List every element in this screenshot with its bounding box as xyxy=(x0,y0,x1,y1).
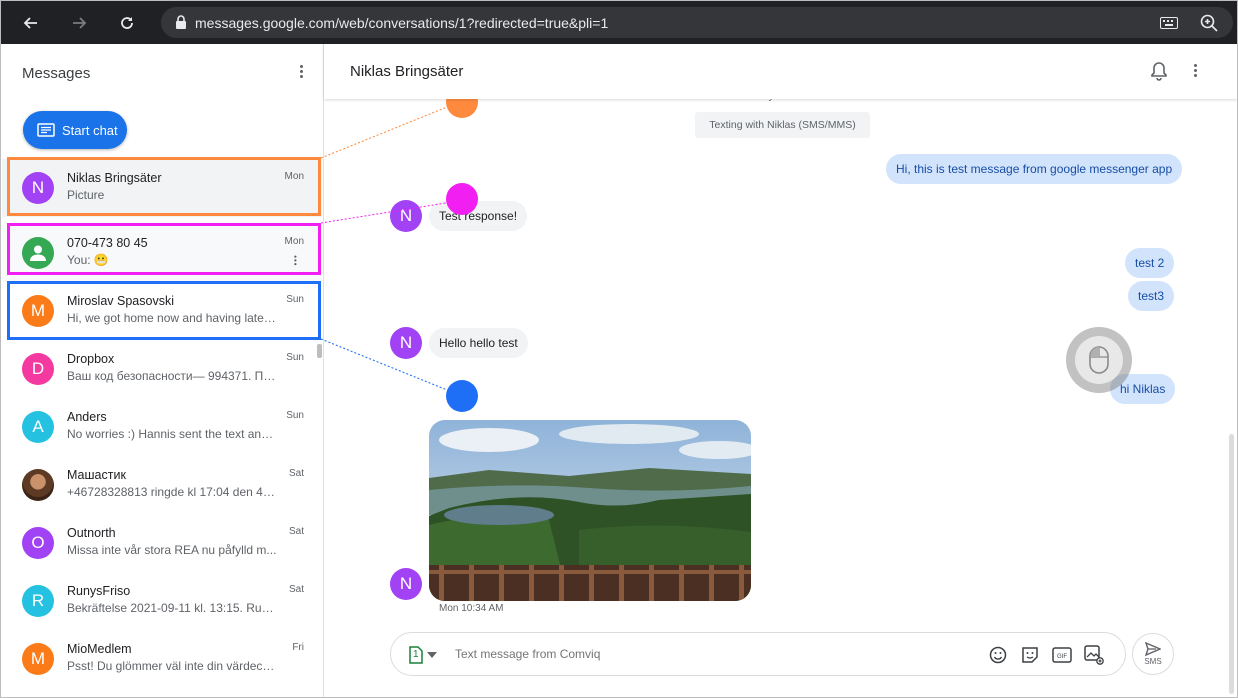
conversation-item[interactable]: O Outnorth Missa inte vår stora REA nu p… xyxy=(2,514,322,572)
url-text[interactable]: messages.google.com/web/conversations/1?… xyxy=(195,15,608,31)
conversation-item[interactable]: M MioMedlem Psst! Du glömmer väl inte di… xyxy=(2,630,322,688)
mouse-icon xyxy=(1089,346,1109,374)
gif-icon[interactable]: GIF xyxy=(1051,644,1073,666)
address-bar[interactable]: messages.google.com/web/conversations/1?… xyxy=(161,7,1233,38)
message-avatar: N xyxy=(390,200,422,232)
avatar: R xyxy=(22,585,54,617)
lock-icon xyxy=(175,15,187,34)
sim-selector[interactable]: 1 xyxy=(409,646,437,664)
start-chat-button[interactable]: Start chat xyxy=(23,111,127,149)
conversation-header: Niklas Bringsäter xyxy=(324,44,1237,99)
conversation-snippet: You: 😬 xyxy=(67,253,109,267)
browser-toolbar: messages.google.com/web/conversations/1?… xyxy=(1,1,1237,44)
conversation-name: Anders xyxy=(67,410,107,424)
conversation-snippet: Picture xyxy=(67,188,105,202)
keyboard-icon[interactable] xyxy=(1155,10,1183,36)
send-button[interactable]: SMS xyxy=(1132,633,1174,675)
reload-icon[interactable] xyxy=(113,9,141,37)
conversation-name: MioMedlem xyxy=(67,642,132,656)
forward-icon[interactable] xyxy=(65,9,93,37)
conversation-snippet: Hi, we got home now and having late l... xyxy=(67,311,277,325)
conversation-name: Niklas Bringsäter xyxy=(67,171,162,185)
zoom-icon[interactable] xyxy=(1195,10,1223,36)
conversation-name: RunysFriso xyxy=(67,584,131,598)
sidebar-more-icon[interactable] xyxy=(291,61,311,81)
conversation-time: Sun xyxy=(286,352,304,363)
send-label: SMS xyxy=(1144,657,1162,666)
photo-timestamp: Mon 10:34 AM xyxy=(439,603,504,614)
conversation-snippet: Ваш код безопасности— 994371. По... xyxy=(67,369,277,383)
avatar: M xyxy=(22,295,54,327)
conversation-name: 070-473 80 45 xyxy=(67,236,148,250)
incoming-message[interactable]: Test response! xyxy=(429,201,528,231)
outgoing-message[interactable]: test3 xyxy=(1128,281,1175,311)
conversation-more-icon[interactable] xyxy=(288,253,303,268)
conversation-time: Mon xyxy=(284,236,304,247)
sidebar-scrollbar[interactable] xyxy=(317,344,322,358)
svg-text:GIF: GIF xyxy=(1057,654,1067,660)
conversation-time: Fri xyxy=(292,642,304,653)
conversation-snippet: Missa inte vår stora REA nu påfylld m... xyxy=(67,543,277,557)
person-avatar-icon xyxy=(22,237,54,269)
conversation-more-icon[interactable] xyxy=(1185,60,1205,80)
avatar: O xyxy=(22,527,54,559)
app-frame: messages.google.com/web/conversations/1?… xyxy=(0,0,1238,698)
send-icon xyxy=(1145,642,1161,656)
conversation-item[interactable]: R RunysFriso Bekräftelse 2021-09-11 kl. … xyxy=(2,572,322,630)
message-avatar: N xyxy=(390,327,422,359)
conversation-snippet: +46728328813 ringde kl 17:04 den 4 s... xyxy=(67,485,277,499)
emoji-icon[interactable] xyxy=(987,644,1009,666)
marker-dot-magenta xyxy=(446,183,478,215)
photo-attachment[interactable] xyxy=(429,420,751,601)
avatar: A xyxy=(22,411,54,443)
message-input[interactable] xyxy=(455,647,955,661)
sticker-icon[interactable] xyxy=(1019,644,1041,666)
avatar: M xyxy=(22,643,54,675)
bell-icon[interactable] xyxy=(1150,61,1168,86)
conversation-scrollbar[interactable] xyxy=(1229,434,1234,694)
photo-avatar xyxy=(22,469,54,501)
sidebar-title: Messages xyxy=(22,65,91,82)
conversation-item[interactable]: 070-473 80 45 You: 😬 Mon xyxy=(2,224,322,282)
marker-dot-blue xyxy=(446,380,478,412)
conversation-snippet: Bekräftelse 2021-09-11 kl. 13:15. Run... xyxy=(67,601,277,615)
conversation-time: Sun xyxy=(286,294,304,305)
conversation-pane: Niklas Bringsäter Monday · 10:19 AM Text… xyxy=(324,44,1237,697)
chat-add-icon xyxy=(37,123,55,137)
back-icon[interactable] xyxy=(17,9,45,37)
conversation-time: Sat xyxy=(288,526,304,537)
conversation-item[interactable]: Машастик +46728328813 ringde kl 17:04 de… xyxy=(2,456,322,514)
conversation-time: Sat xyxy=(288,584,304,595)
attach-media-icon[interactable] xyxy=(1083,644,1105,666)
avatar: N xyxy=(22,172,54,204)
conversation-item[interactable]: A Anders No worries :) Hannis sent the t… xyxy=(2,398,322,456)
avatar: D xyxy=(22,353,54,385)
conversation-item[interactable]: D Dropbox Ваш код безопасности— 994371. … xyxy=(2,340,322,398)
conversation-snippet: Psst! Du glömmer väl inte din värdech... xyxy=(67,659,277,673)
conversation-name: Dropbox xyxy=(67,352,115,366)
conversation-time: Sun xyxy=(286,410,304,421)
message-avatar: N xyxy=(390,568,422,600)
conversation-snippet: No worries :) Hannis sent the text and .… xyxy=(67,427,277,441)
outgoing-message[interactable]: Hi, this is test message from google mes… xyxy=(886,154,1183,184)
outgoing-message[interactable]: test 2 xyxy=(1125,248,1175,278)
system-chip: Texting with Niklas (SMS/MMS) xyxy=(695,112,870,138)
conversation-item[interactable]: N Niklas Bringsäter Picture Mon xyxy=(2,159,322,217)
conversation-name: Outnorth xyxy=(67,526,116,540)
conversation-time: Mon xyxy=(284,171,304,182)
conversation-name: Машастик xyxy=(67,468,126,482)
message-composer: 1 GIF xyxy=(390,632,1126,676)
incoming-message[interactable]: Hello hello test xyxy=(429,328,528,358)
conversation-name: Miroslav Spasovski xyxy=(67,294,174,308)
conversation-item[interactable]: M Miroslav Spasovski Hi, we got home now… xyxy=(2,282,322,340)
start-chat-label: Start chat xyxy=(62,122,118,138)
conversation-title: Niklas Bringsäter xyxy=(350,63,464,80)
sim-label: 1 xyxy=(413,649,419,660)
conversation-time: Sat xyxy=(288,468,304,479)
mouse-cursor-indicator xyxy=(1066,327,1132,393)
chevron-down-icon xyxy=(427,652,437,658)
conversation-sidebar: Messages Start chat N Niklas Bringsäter … xyxy=(2,44,324,697)
